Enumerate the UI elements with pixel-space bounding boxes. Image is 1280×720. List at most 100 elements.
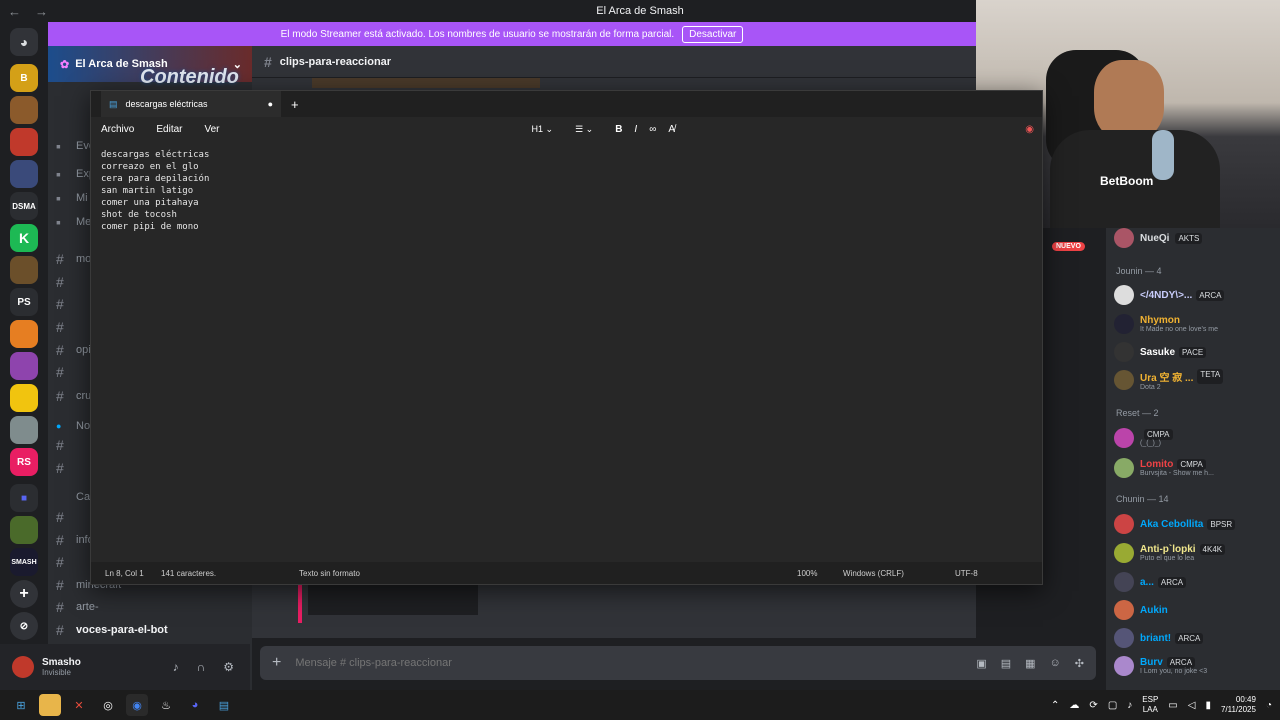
- avatar[interactable]: [1114, 543, 1134, 563]
- add-attachment-icon[interactable]: +: [272, 654, 281, 672]
- sync-icon[interactable]: ⟳: [1089, 700, 1097, 711]
- avatar[interactable]: [1114, 458, 1134, 478]
- server-icon[interactable]: [10, 352, 38, 380]
- server-icon[interactable]: PS: [10, 288, 38, 316]
- channel-item[interactable]: # voces-para-el-bot: [56, 620, 246, 640]
- media-embed[interactable]: [312, 78, 540, 88]
- menu-view[interactable]: Ver: [204, 124, 219, 135]
- menu-edit[interactable]: Editar: [156, 124, 182, 135]
- message-input[interactable]: [295, 657, 896, 669]
- member-item[interactable]: NueQi AKTS: [1114, 226, 1274, 250]
- text-format[interactable]: Texto sin formato: [299, 569, 360, 578]
- gif-icon[interactable]: ▤: [1001, 657, 1011, 670]
- member-item[interactable]: Anti-p`lopki 4K4K Puto el que lo lea: [1114, 541, 1274, 565]
- discord-icon[interactable]: ◕: [184, 694, 206, 716]
- headphones-icon[interactable]: ∩: [197, 660, 206, 674]
- chrome-icon[interactable]: ◉: [126, 694, 148, 716]
- app-icon[interactable]: ◎: [97, 694, 119, 716]
- tray-app-icon[interactable]: ▢: [1108, 700, 1117, 711]
- hash-icon: #: [264, 53, 272, 70]
- avatar[interactable]: [1114, 572, 1134, 592]
- kick-icon[interactable]: K: [10, 224, 38, 252]
- avatar[interactable]: [1114, 514, 1134, 534]
- member-item[interactable]: Aka Cebollita BPSR: [1114, 512, 1274, 536]
- copilot-icon[interactable]: ◉: [1025, 124, 1034, 135]
- link-icon[interactable]: ∞: [649, 124, 656, 135]
- folder-icon[interactable]: ■: [10, 484, 38, 512]
- italic-icon[interactable]: I: [634, 124, 637, 135]
- emoji-icon[interactable]: ☺: [1050, 657, 1061, 670]
- deactivate-button[interactable]: Desactivar: [682, 25, 744, 43]
- notepad-taskbar-icon[interactable]: ▤: [213, 694, 235, 716]
- member-item[interactable]: Lomito CMPA Burvsjita - Show me h...: [1114, 456, 1274, 480]
- line-ending[interactable]: Windows (CRLF): [843, 569, 904, 578]
- bold-icon[interactable]: B: [615, 124, 622, 135]
- discord-home-icon[interactable]: ◕: [10, 28, 38, 56]
- cloud-icon[interactable]: ☁: [1069, 700, 1079, 711]
- server-icon[interactable]: [10, 416, 38, 444]
- notification-bell-icon[interactable]: ◔: [1266, 700, 1272, 711]
- avatar[interactable]: [1114, 428, 1134, 448]
- server-icon[interactable]: [10, 96, 38, 124]
- notepad-text-area[interactable]: descargas eléctricas correazo en el glo ce…: [101, 149, 209, 233]
- server-icon[interactable]: [10, 320, 38, 348]
- network-icon[interactable]: ▭: [1168, 700, 1177, 711]
- avatar[interactable]: [1114, 628, 1134, 648]
- avatar[interactable]: [12, 656, 34, 678]
- member-item[interactable]: Nhymon It Made no one love's me: [1114, 312, 1274, 336]
- zoom-level[interactable]: 100%: [797, 569, 817, 578]
- clear-format-icon[interactable]: A̸: [668, 124, 675, 135]
- language-indicator[interactable]: ESP LAA: [1142, 695, 1158, 715]
- member-item[interactable]: Aukin: [1114, 598, 1274, 622]
- server-icon[interactable]: [10, 256, 38, 284]
- avatar[interactable]: [1114, 228, 1134, 248]
- menu-file[interactable]: Archivo: [101, 124, 134, 135]
- server-icon[interactable]: B: [10, 64, 38, 92]
- app-icon[interactable]: ✕: [68, 694, 90, 716]
- server-icon[interactable]: [10, 128, 38, 156]
- server-icon[interactable]: DSMA: [10, 192, 38, 220]
- unsaved-dot-icon[interactable]: ●: [268, 99, 273, 109]
- add-server-icon[interactable]: +: [10, 580, 38, 608]
- message-bar[interactable]: + ▣ ▤ ▦ ☺ ✣: [260, 646, 1096, 680]
- clock[interactable]: 00:49 7/11/2025: [1221, 695, 1256, 715]
- sticker-icon[interactable]: ▦: [1025, 657, 1035, 670]
- avatar[interactable]: [1114, 342, 1134, 362]
- heading-select[interactable]: H1 ⌄: [532, 124, 554, 135]
- battery-icon[interactable]: ▮: [1205, 700, 1211, 711]
- server-icon[interactable]: SMASH: [10, 548, 38, 576]
- media-embed[interactable]: [308, 583, 478, 615]
- server-icon[interactable]: [10, 384, 38, 412]
- member-item[interactable]: Ura 空 寂 ... TETA Dota 2: [1114, 368, 1274, 392]
- volume-icon[interactable]: ◁: [1188, 700, 1196, 711]
- member-item[interactable]: Burv ARCA I Lom you, no joke <3: [1114, 654, 1274, 678]
- member-item[interactable]: briant! ARCA: [1114, 626, 1274, 650]
- settings-gear-icon[interactable]: ⚙: [223, 660, 234, 674]
- avatar[interactable]: [1114, 370, 1134, 390]
- microphone-tray-icon[interactable]: ♪: [1127, 700, 1132, 711]
- chevron-up-icon[interactable]: ⌃: [1051, 700, 1059, 711]
- channel-item[interactable]: # arte-: [56, 597, 246, 617]
- server-icon[interactable]: [10, 160, 38, 188]
- apps-icon[interactable]: ✣: [1075, 657, 1084, 670]
- explore-icon[interactable]: ⊘: [10, 612, 38, 640]
- steam-icon[interactable]: ♨: [155, 694, 177, 716]
- avatar[interactable]: [1114, 314, 1134, 334]
- windows-start-icon[interactable]: ⊞: [10, 694, 32, 716]
- new-tab-icon[interactable]: +: [291, 97, 299, 112]
- server-icon[interactable]: [10, 516, 38, 544]
- member-item[interactable]: CMPA (_(_)_): [1114, 426, 1274, 450]
- avatar[interactable]: [1114, 285, 1134, 305]
- avatar[interactable]: [1114, 656, 1134, 676]
- avatar[interactable]: [1114, 600, 1134, 620]
- gift-icon[interactable]: ▣: [976, 657, 986, 670]
- file-explorer-icon[interactable]: [39, 694, 61, 716]
- server-icon[interactable]: RS: [10, 448, 38, 476]
- microphone-icon[interactable]: ♪: [173, 660, 179, 674]
- member-item[interactable]: a... ARCA: [1114, 570, 1274, 594]
- member-item[interactable]: Sasuke PACE: [1114, 340, 1274, 364]
- member-item[interactable]: </4NDY\>... ARCA: [1114, 283, 1274, 307]
- encoding[interactable]: UTF-8: [955, 569, 978, 578]
- list-format-icon[interactable]: ☰ ⌄: [575, 124, 593, 135]
- notepad-tab[interactable]: ▤ descargas eléctricas ●: [101, 91, 281, 117]
